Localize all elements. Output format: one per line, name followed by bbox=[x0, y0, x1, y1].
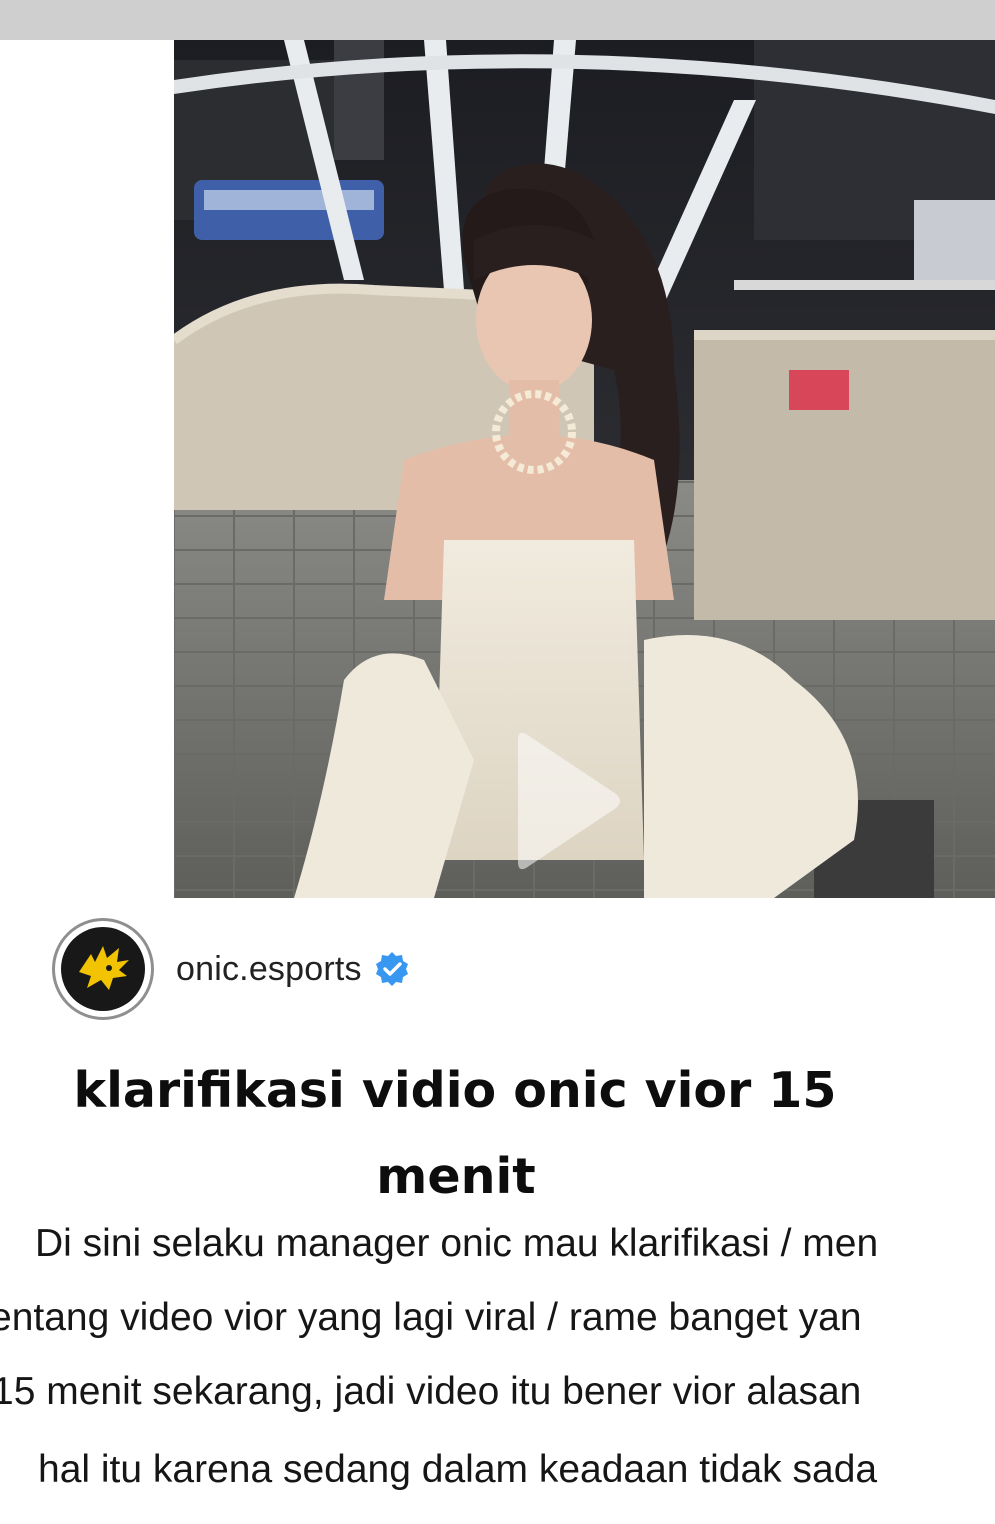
account-name[interactable]: onic.esports bbox=[176, 950, 362, 989]
headline-line-1: klarifikasi vidio onic vior 15 bbox=[73, 1062, 837, 1119]
onic-hedgehog-logo-icon bbox=[61, 927, 145, 1011]
play-icon[interactable] bbox=[514, 726, 624, 876]
headline-line-2: menit bbox=[376, 1148, 536, 1205]
caption-line-4: hal itu karena sedang dalam keadaan tida… bbox=[38, 1448, 878, 1491]
account-row: onic.esports bbox=[52, 918, 410, 1020]
caption-line-1: Di sini selaku manager onic mau klarifik… bbox=[35, 1222, 879, 1265]
caption-line-2: entang video vior yang lagi viral / rame… bbox=[0, 1296, 862, 1339]
caption-line-3: 15 menit sekarang, jadi video itu bener … bbox=[0, 1370, 862, 1413]
avatar[interactable] bbox=[52, 918, 154, 1020]
top-gray-bar bbox=[0, 0, 995, 40]
post-photo[interactable] bbox=[174, 40, 995, 898]
headline: klarifikasi vidio onic vior 15 menit bbox=[0, 1048, 910, 1220]
verified-badge-icon bbox=[375, 952, 408, 986]
